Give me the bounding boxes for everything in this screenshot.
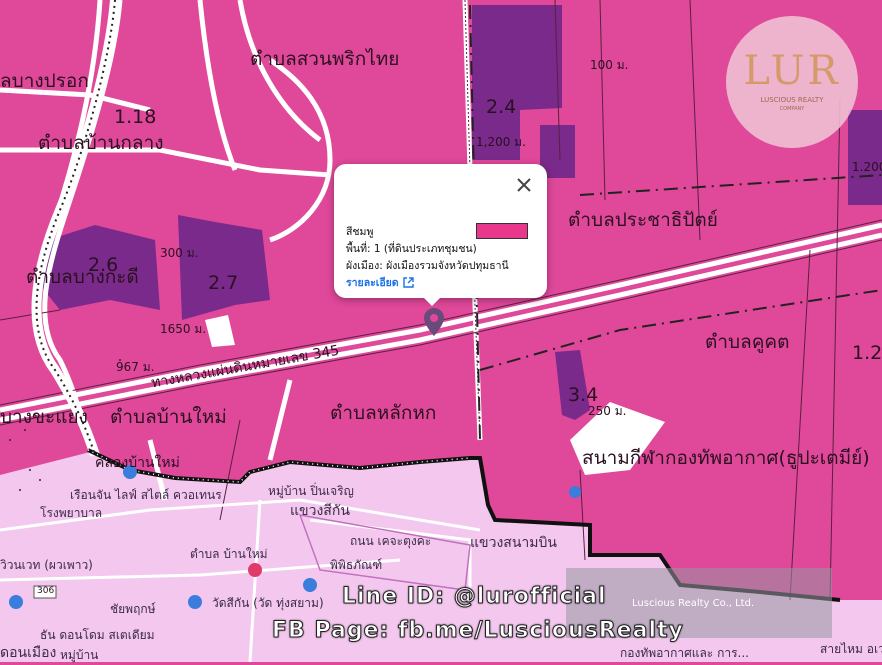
zone-area-label: พื้นที่: 1 (ที่ดินประเภทชุมชน) (346, 243, 477, 255)
purple-zone-east (848, 110, 882, 205)
location-pin-icon[interactable] (424, 308, 444, 336)
zone-color-swatch (476, 223, 528, 239)
details-link-label[interactable]: รายละเอียด (346, 274, 399, 291)
company-logo: LUR LUSCIOUS REALTY COMPANY (726, 16, 858, 148)
logo-name: LUSCIOUS REALTY (760, 96, 824, 104)
zone-plan-label: ผังเมือง: ผังเมืองรวมจังหวัดปทุมธานี (346, 260, 509, 272)
details-link[interactable]: รายละเอียด (346, 274, 414, 291)
external-link-icon (402, 277, 414, 288)
zone-info-popup: สีชมพู พื้นที่: 1 (ที่ดินประเภทชุมชน) ผั… (334, 164, 547, 306)
watermark-fb-page: FB Page: fb.me/LusciousRealty (272, 618, 684, 644)
zone-color-name: สีชมพู (346, 226, 374, 238)
logo-tag: COMPANY (779, 106, 805, 112)
road-shield-306 (33, 585, 57, 599)
close-icon[interactable] (515, 176, 533, 194)
watermark-company: Luscious Realty Co., Ltd. (632, 598, 755, 609)
logo-mark: LUR (743, 48, 841, 94)
watermark-line-id: Line ID: @lurofficial (342, 584, 607, 610)
